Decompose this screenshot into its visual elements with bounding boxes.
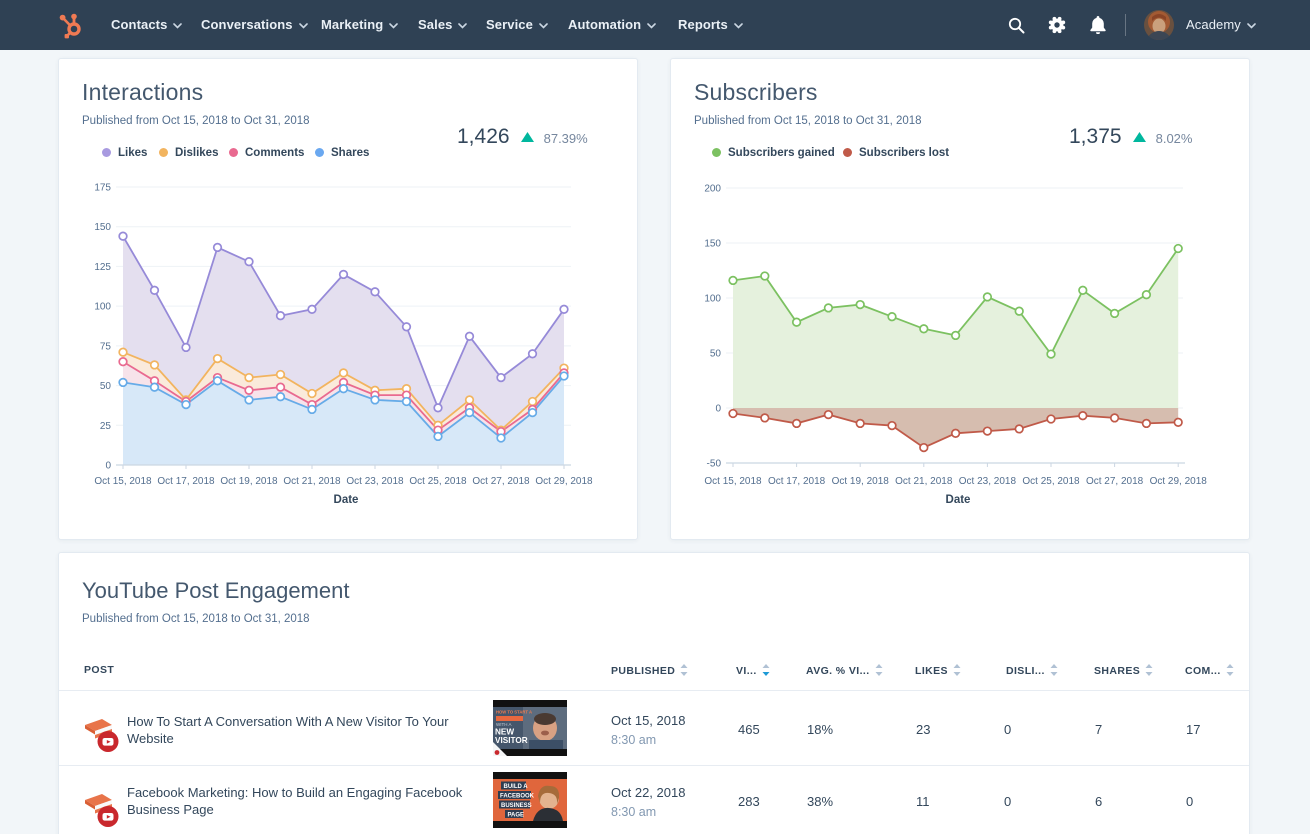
- svg-text:Date: Date: [334, 494, 359, 506]
- svg-text:Oct 25, 2018: Oct 25, 2018: [1022, 476, 1080, 487]
- svg-text:50: 50: [100, 381, 112, 392]
- svg-text:HOW TO START A: HOW TO START A: [496, 710, 532, 715]
- svg-text:125: 125: [94, 262, 111, 273]
- svg-text:150: 150: [704, 239, 721, 250]
- svg-text:FACEBOOK: FACEBOOK: [500, 793, 535, 799]
- svg-text:Date: Date: [946, 494, 971, 506]
- svg-text:75: 75: [100, 341, 112, 352]
- svg-text:Oct 23, 2018: Oct 23, 2018: [346, 476, 404, 487]
- svg-text:Oct 27, 2018: Oct 27, 2018: [1086, 476, 1144, 487]
- svg-text:200: 200: [704, 184, 721, 195]
- svg-text:BUILD A: BUILD A: [504, 784, 529, 790]
- svg-text:175: 175: [94, 183, 111, 194]
- svg-text:Oct 29, 2018: Oct 29, 2018: [1150, 476, 1208, 487]
- svg-text:0: 0: [105, 461, 111, 472]
- svg-text:Oct 21, 2018: Oct 21, 2018: [283, 476, 341, 487]
- svg-text:Oct 19, 2018: Oct 19, 2018: [832, 476, 890, 487]
- svg-text:25: 25: [100, 421, 112, 432]
- svg-text:Oct 27, 2018: Oct 27, 2018: [472, 476, 530, 487]
- svg-text:Oct 23, 2018: Oct 23, 2018: [959, 476, 1017, 487]
- svg-text:Oct 29, 2018: Oct 29, 2018: [535, 476, 593, 487]
- svg-text:PAGE: PAGE: [508, 812, 525, 818]
- svg-text:100: 100: [704, 294, 721, 305]
- svg-text:WITH A: WITH A: [496, 722, 512, 727]
- svg-text:Oct 19, 2018: Oct 19, 2018: [220, 476, 278, 487]
- svg-text:-50: -50: [707, 459, 722, 470]
- svg-text:0: 0: [715, 404, 721, 415]
- svg-text:Oct 15, 2018: Oct 15, 2018: [94, 476, 152, 487]
- svg-text:Oct 17, 2018: Oct 17, 2018: [157, 476, 215, 487]
- svg-text:150: 150: [94, 222, 111, 233]
- svg-text:Oct 25, 2018: Oct 25, 2018: [409, 476, 467, 487]
- svg-text:Oct 21, 2018: Oct 21, 2018: [895, 476, 953, 487]
- svg-text:BUSINESS: BUSINESS: [501, 803, 532, 809]
- svg-text:100: 100: [94, 302, 111, 313]
- svg-text:50: 50: [710, 349, 722, 360]
- svg-text:Oct 15, 2018: Oct 15, 2018: [704, 476, 762, 487]
- svg-text:VISITOR: VISITOR: [495, 736, 528, 745]
- svg-text:Oct 17, 2018: Oct 17, 2018: [768, 476, 826, 487]
